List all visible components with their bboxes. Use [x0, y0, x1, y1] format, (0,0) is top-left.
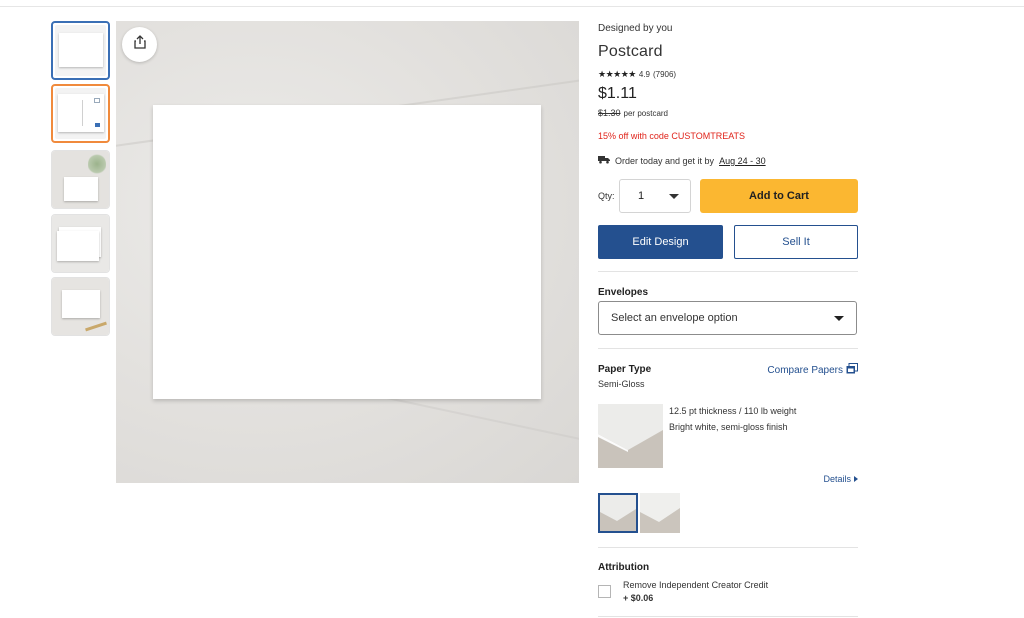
- original-price-row: $1.30 per postcard: [598, 108, 668, 118]
- edit-design-button[interactable]: Edit Design: [598, 225, 723, 259]
- remove-credit-text: Remove Independent Creator Credit: [623, 580, 769, 590]
- thumbnail-desk[interactable]: [51, 277, 110, 336]
- divider: [598, 547, 858, 548]
- designed-by: Designed by you: [598, 23, 673, 34]
- divider: [598, 616, 858, 617]
- share-button[interactable]: [122, 27, 157, 62]
- details-label: Details: [823, 474, 851, 484]
- thumbnail-stack[interactable]: [51, 214, 110, 273]
- envelope-select-value: Select an envelope option: [611, 312, 738, 324]
- caret-right-icon: [854, 476, 858, 482]
- remove-credit-price: + $0.06: [623, 593, 654, 603]
- compare-icon: [846, 363, 858, 377]
- envelope-select[interactable]: Select an envelope option: [598, 301, 857, 335]
- remove-credit-label[interactable]: Remove Independent Creator Credit + $0.0…: [623, 579, 768, 605]
- chevron-down-icon: [669, 193, 679, 199]
- paper-sample-image: [598, 404, 663, 468]
- promo-text: 15% off with code CUSTOMTREATS: [598, 131, 746, 141]
- chevron-down-icon: [834, 316, 844, 321]
- review-count: (7906): [652, 70, 677, 79]
- original-price: $1.30: [598, 108, 621, 118]
- product-title: Postcard: [598, 43, 663, 60]
- compare-papers-label: Compare Papers: [767, 364, 843, 376]
- compare-papers-link[interactable]: Compare Papers: [767, 363, 858, 377]
- paper-details-link[interactable]: Details: [823, 474, 858, 484]
- product-main-image[interactable]: [116, 21, 579, 483]
- envelopes-title: Envelopes: [598, 287, 649, 298]
- add-to-cart-button[interactable]: Add to Cart: [700, 179, 858, 213]
- paper-finish: Bright white, semi-gloss finish: [669, 422, 788, 432]
- delivery-prefix: Order today and get it by: [615, 155, 715, 166]
- truck-icon: [598, 155, 610, 166]
- rating-value: 4.9: [638, 70, 650, 79]
- paper-type-selected: Semi-Gloss: [598, 379, 645, 389]
- quantity-select[interactable]: 1: [619, 179, 691, 213]
- sale-price: $1.11: [598, 85, 637, 102]
- paper-type-title: Paper Type: [598, 364, 652, 375]
- delivery-estimate: Order today and get it by Aug 24 - 30: [598, 155, 766, 166]
- thumbnail-front[interactable]: [51, 21, 110, 80]
- paper-swatch-alternate[interactable]: [640, 493, 680, 533]
- divider: [598, 271, 858, 272]
- thumbnail-back[interactable]: [51, 84, 110, 143]
- price-unit: per postcard: [623, 109, 668, 118]
- paper-thickness: 12.5 pt thickness / 110 lb weight: [669, 406, 797, 416]
- star-rating-icon: ★★★★★: [598, 69, 636, 79]
- qty-label: Qty:: [598, 191, 615, 201]
- paper-swatch-semi-gloss[interactable]: [598, 493, 638, 533]
- attribution-title: Attribution: [598, 562, 650, 573]
- rating-row[interactable]: ★★★★★ 4.9 (7906): [598, 69, 676, 80]
- delivery-date-link[interactable]: Aug 24 - 30: [719, 156, 766, 166]
- share-icon: [132, 34, 148, 55]
- qty-value: 1: [637, 190, 645, 202]
- postcard-preview: [153, 105, 541, 399]
- remove-credit-checkbox[interactable]: [598, 585, 611, 598]
- divider: [598, 348, 858, 349]
- sell-it-button[interactable]: Sell It: [734, 225, 858, 259]
- thumbnail-lifestyle-plant[interactable]: [51, 150, 110, 209]
- top-divider: [0, 6, 1024, 7]
